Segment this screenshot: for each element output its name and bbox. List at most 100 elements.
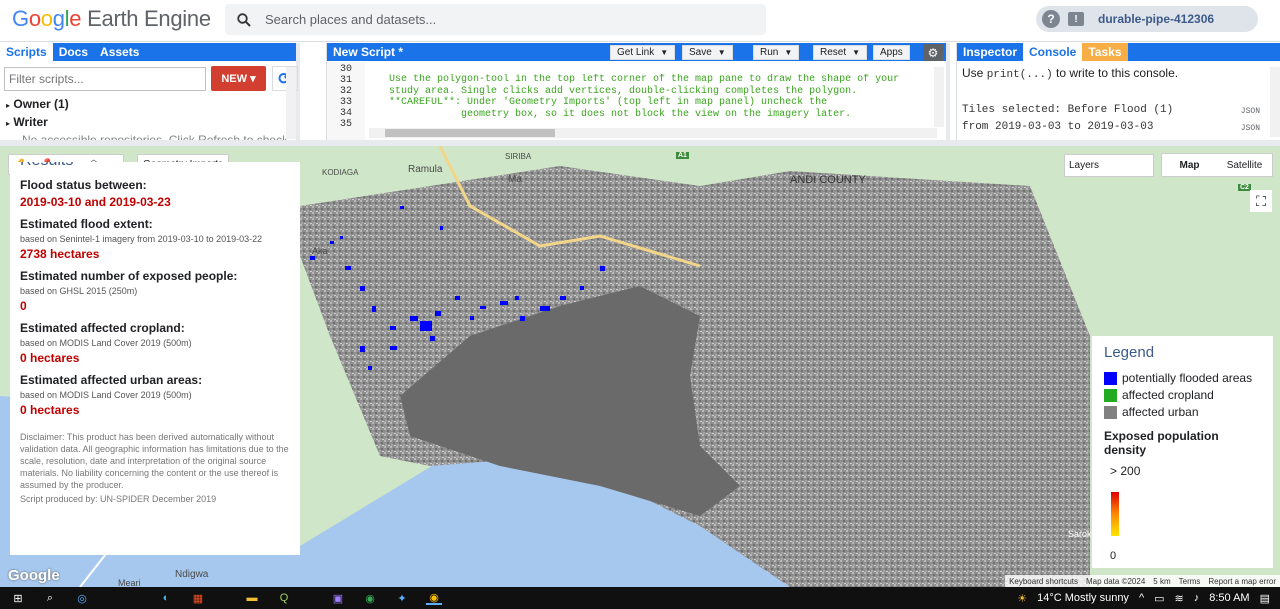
search-input[interactable] <box>265 12 735 27</box>
legend-title: Legend <box>1104 344 1155 361</box>
result-value: 0 <box>20 299 27 313</box>
road-shield: C2 <box>1238 184 1251 191</box>
result-section: Estimated affected cropland: based on MO… <box>20 321 290 365</box>
tab-assets[interactable]: Assets <box>94 43 145 61</box>
reset-button[interactable]: Reset ▼ <box>813 45 868 60</box>
scale-bar[interactable]: 5 km <box>1153 577 1170 586</box>
place-label: KODIAGA <box>322 168 359 177</box>
console-hint: Use print(...) to write to this console. <box>962 66 1178 81</box>
battery-icon[interactable]: ▭ <box>1154 592 1164 605</box>
legend-item: affected cropland <box>1104 388 1261 402</box>
button-label: Run <box>760 47 779 58</box>
gear-icon[interactable]: ⚙ <box>923 44 943 61</box>
legend-item: potentially flooded areas <box>1104 371 1261 385</box>
scrollbar[interactable] <box>934 67 944 127</box>
map-type-map[interactable]: Map <box>1162 154 1217 176</box>
editor-header: New Script * Get Link ▼ Save ▼ Run ▼ Reset ▼… <box>327 43 946 61</box>
clock-text[interactable]: 8:50 AM <box>1209 592 1249 604</box>
edge-icon[interactable]: ◐ <box>158 591 174 605</box>
tree-item-owner[interactable]: ▸ Owner (1) <box>6 96 288 114</box>
hint-text: Use <box>962 66 987 80</box>
place-label: Meari <box>118 578 141 587</box>
legend-swatch <box>1104 405 1117 419</box>
chrome-active-icon[interactable]: ◉ <box>426 591 442 605</box>
code-line: geometry box, so it does not block the v… <box>389 108 852 120</box>
result-source: based on GHSL 2015 (250m) <box>20 286 138 296</box>
weather-text[interactable]: 14°C Mostly sunny <box>1037 592 1129 604</box>
weather-icon[interactable]: ☀ <box>1017 592 1027 605</box>
result-section: Estimated affected urban areas: based on… <box>20 373 290 417</box>
volume-icon[interactable]: ♪ <box>1194 592 1200 604</box>
tab-inspector[interactable]: Inspector <box>957 43 1023 61</box>
place-label: ANDI COUNTY <box>790 174 866 186</box>
file-explorer-icon[interactable]: ▬ <box>244 591 260 605</box>
fullscreen-icon[interactable]: ⛶ <box>1250 190 1272 212</box>
chrome-icon[interactable]: ◉ <box>362 591 378 605</box>
windows-start-icon[interactable]: ⊞ <box>10 591 26 605</box>
line-number: 30 <box>339 64 352 75</box>
gradient-min-label: 0 <box>1110 550 1117 562</box>
credit-text: Script produced by: UN-SPIDER December 2… <box>20 494 217 504</box>
tree-item-writer[interactable]: ▸ Writer <box>6 114 288 132</box>
json-toggle[interactable]: JSON <box>1241 124 1260 133</box>
legend-panel: Legend potentially flooded areas affecte… <box>1092 336 1273 568</box>
line-number: 31 <box>339 75 352 86</box>
project-name[interactable]: durable-pipe-412306 <box>1098 12 1214 26</box>
apps-button[interactable]: Apps <box>873 45 910 60</box>
map-pane[interactable]: KODIAGA Ramula SIRIBA Ma ANDI COUNTY Aka… <box>0 146 1280 587</box>
keyboard-shortcuts-link[interactable]: Keyboard shortcuts <box>1009 577 1078 586</box>
get-link-button[interactable]: Get Link ▼ <box>610 45 676 60</box>
new-button[interactable]: NEW ▾ <box>211 66 266 91</box>
scroll-thumb[interactable] <box>385 129 555 137</box>
search-icon[interactable]: ⌕ <box>42 591 58 605</box>
console-line: from 2019-03-03 to 2019-03-03 <box>962 121 1154 133</box>
line-number: 33 <box>339 97 352 108</box>
tab-scripts[interactable]: Scripts <box>0 43 53 61</box>
terms-link[interactable]: Terms <box>1179 577 1201 586</box>
json-toggle[interactable]: JSON <box>1241 107 1260 116</box>
map-type-satellite[interactable]: Satellite <box>1217 154 1272 176</box>
top-bar: GoogleEarth Engine ? ! durable-pipe-4123… <box>0 0 1280 42</box>
console-line: Tiles selected: Before Flood (1) <box>962 104 1174 116</box>
chevron-down-icon: ▾ <box>250 73 256 85</box>
run-button[interactable]: Run ▼ <box>753 45 800 60</box>
line-numbers: 30 31 32 33 34 35 <box>327 62 365 140</box>
notifications-icon[interactable]: ▤ <box>1260 592 1270 605</box>
scrollbar[interactable] <box>286 67 296 139</box>
app-icon[interactable]: ▣ <box>330 591 346 605</box>
gradient-max-label: > 200 <box>1110 464 1141 478</box>
search-app-icon[interactable]: ◎ <box>74 591 90 605</box>
caret-down-icon: ▸ <box>6 119 11 128</box>
code-area[interactable]: Use the polygon-tool in the top left cor… <box>389 74 934 130</box>
result-source: based on Senintel-1 imagery from 2019-03… <box>20 234 263 244</box>
code-line: **CAREFUL**: Under 'Geometry Imports' (t… <box>389 97 828 108</box>
earth-engine-logo[interactable]: Google Earth Engine <box>12 6 211 32</box>
feedback-icon[interactable]: ! <box>1068 12 1084 26</box>
scrollbar[interactable] <box>1270 67 1280 137</box>
chevron-up-icon[interactable]: ^ <box>1139 592 1144 604</box>
button-label: Apps <box>880 47 903 58</box>
project-selector[interactable]: ? ! durable-pipe-412306 <box>1036 6 1258 32</box>
help-icon[interactable]: ? <box>1042 10 1060 28</box>
tab-docs[interactable]: Docs <box>53 43 94 61</box>
search-box[interactable] <box>225 4 766 35</box>
result-heading: Estimated affected urban areas: <box>20 373 203 387</box>
map-attribution: Keyboard shortcuts Map data ©2024 5 km T… <box>1005 575 1280 587</box>
hint-text: to write to this console. <box>1052 66 1179 80</box>
tab-tasks[interactable]: Tasks <box>1082 43 1128 61</box>
layers-button[interactable]: Layers <box>1064 154 1154 177</box>
store-icon[interactable]: ▦ <box>190 591 206 605</box>
report-error-link[interactable]: Report a map error <box>1208 577 1276 586</box>
button-label: Reset <box>820 47 847 58</box>
legend-label: affected cropland <box>1122 388 1214 402</box>
wifi-icon[interactable]: ≋ <box>1175 592 1184 605</box>
place-label: Sarok <box>1068 529 1092 539</box>
logo-letter: o <box>40 6 53 31</box>
app-icon[interactable]: ✦ <box>394 591 410 605</box>
tab-console[interactable]: Console <box>1023 43 1083 61</box>
qgis-icon[interactable]: Q <box>276 591 292 605</box>
filter-scripts-input[interactable] <box>4 67 206 91</box>
save-button[interactable]: Save ▼ <box>682 45 733 60</box>
script-title[interactable]: New Script * <box>327 43 409 61</box>
horizontal-scrollbar[interactable] <box>369 128 937 138</box>
